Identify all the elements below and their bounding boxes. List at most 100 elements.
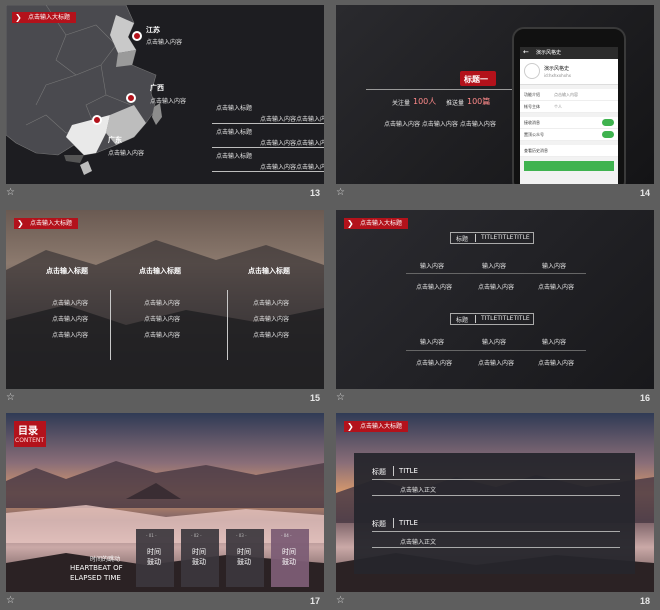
chevron-icon: ❯ <box>347 422 354 431</box>
cell-text: 点击输入内容 <box>538 360 575 367</box>
column-item: 点击输入内容 <box>144 332 181 339</box>
badge-text: 标题一 <box>464 75 488 84</box>
divider <box>212 147 324 148</box>
pin-icon-guangdong <box>92 115 102 125</box>
block-title: TITLETITLETITLE <box>481 234 530 241</box>
block-label: 标题 <box>456 317 469 324</box>
column-item: 点击输入内容 <box>52 316 89 323</box>
slide-17[interactable]: 目录 CONTENT 时间的跳动 HEARTBEAT OF ELAPSED TI… <box>6 413 324 592</box>
slide-16[interactable]: ❯ 点击输入大标题 标题 TITLETITLETITLE 输入内容 输入内容 输入… <box>336 210 654 389</box>
chevron-icon: ❯ <box>347 219 354 228</box>
divider <box>366 89 518 90</box>
slide-14[interactable]: 标题一 关注量 100人 推送量 100篇 点击输入内容 点击输入内容 点击输入… <box>336 5 654 184</box>
slide-number: 14 <box>639 188 650 198</box>
row-label: 功能介绍 <box>524 92 540 97</box>
slide-thumbnail-14[interactable]: 标题一 关注量 100人 推送量 100篇 点击输入内容 点击输入内容 点击输入… <box>330 0 660 202</box>
slide-15[interactable]: ❯ 点击输入大标题 点击输入标题 点击输入内容 点击输入内容 点击输入内容 点击输… <box>6 210 324 389</box>
column-item: 点击输入内容 <box>144 300 181 307</box>
profile-name: 演示风格史 <box>544 66 570 72</box>
list-title: 点击输入标题 <box>216 105 253 112</box>
phone-row[interactable]: 查看历史消息 <box>520 145 618 157</box>
phone-header-bar: ← 演示风格史 <box>520 47 618 59</box>
slide-thumbnail-18[interactable]: ❯ 点击输入大标题 标题 TITLE 点击输入正文 标题 TITLE 点击输入正文… <box>330 408 660 610</box>
slide-thumbnail-13[interactable]: ❯ 点击输入大标题 江苏 点击输入内容 广西 点击输入内容 广东 点击输入内容 点… <box>0 0 330 202</box>
slide-thumbnail-15[interactable]: ❯ 点击输入大标题 点击输入标题 点击输入内容 点击输入内容 点击输入内容 点击输… <box>0 205 330 407</box>
divider <box>372 479 620 480</box>
cell-text: 输入内容 <box>542 263 567 270</box>
divider <box>393 518 394 528</box>
chevron-icon: ❯ <box>15 13 22 22</box>
column-item: 点击输入内容 <box>253 332 290 339</box>
divider <box>406 350 586 351</box>
slide-number: 16 <box>639 393 650 403</box>
column-item: 点击输入内容 <box>52 300 89 307</box>
stat-value: 100篇 <box>467 97 491 106</box>
column-item: 点击输入内容 <box>52 332 89 339</box>
phone-row[interactable]: 功能介绍 点击输入内容 <box>520 89 618 101</box>
profile-row: 演示风格史 id:hxhxxhxhx <box>520 59 618 85</box>
region-name: 广东 <box>108 136 122 144</box>
heading: 目录 <box>18 426 38 437</box>
back-arrow-icon[interactable]: ← <box>523 48 529 56</box>
slide-thumbnail-16[interactable]: ❯ 点击输入大标题 标题 TITLETITLETITLE 输入内容 输入内容 输入… <box>330 205 660 407</box>
column-divider <box>110 290 111 360</box>
row-label: 帐号主体 <box>524 104 540 109</box>
slide-footer: ☆ 13 <box>0 184 330 202</box>
card-line: 时间 <box>147 548 161 556</box>
item-title: TITLE <box>399 519 418 527</box>
item-body: 点击输入正文 <box>400 539 437 546</box>
slide-number: 17 <box>309 596 320 606</box>
slide-18[interactable]: ❯ 点击输入大标题 标题 TITLE 点击输入正文 标题 TITLE 点击输入正文 <box>336 413 654 592</box>
row-label: 接收消息 <box>524 120 540 125</box>
region-text: 点击输入内容 <box>150 98 187 105</box>
card-line: 鼓动 <box>237 558 251 566</box>
card-line: 鼓动 <box>147 558 161 566</box>
phone-action-bar[interactable] <box>524 161 614 171</box>
phone-mockup: ← 演示风格史 演示风格史 id:hxhxxhxhx 功能介绍 点击输入内容 帐… <box>512 27 626 184</box>
title-tag-text: 点击输入大标题 <box>30 220 73 227</box>
star-icon[interactable]: ☆ <box>336 187 345 198</box>
phone-row[interactable]: 接收消息 <box>520 117 618 129</box>
title-tag-text: 点击输入大标题 <box>360 220 403 227</box>
block-title: TITLETITLETITLE <box>481 315 530 322</box>
stat-label: 关注量 <box>392 100 411 107</box>
slide-thumbnail-17[interactable]: 目录 CONTENT 时间的跳动 HEARTBEAT OF ELAPSED TI… <box>0 408 330 610</box>
column-title: 点击输入标题 <box>139 267 181 275</box>
title-tag-text: 点击输入大标题 <box>28 14 71 21</box>
divider <box>475 234 476 242</box>
region-name: 江苏 <box>146 26 160 34</box>
row-value: 个人 <box>554 104 562 109</box>
title-tag: ❯ 点击输入大标题 <box>14 218 79 229</box>
toggle-switch[interactable] <box>602 119 614 126</box>
cell-text: 点击输入内容 <box>478 284 515 291</box>
slide-footer: ☆ 16 <box>330 389 660 407</box>
cell-text: 点击输入内容 <box>538 284 575 291</box>
item-body: 点击输入正文 <box>400 487 437 494</box>
column-item: 点击输入内容 <box>253 300 290 307</box>
cell-text: 点击输入内容 <box>478 360 515 367</box>
item-label: 标题 <box>372 520 386 528</box>
card-line: 时间 <box>237 548 251 556</box>
star-icon[interactable]: ☆ <box>6 392 15 403</box>
toggle-switch[interactable] <box>602 131 614 138</box>
region-text: 点击输入内容 <box>146 39 183 46</box>
column-divider <box>227 290 228 360</box>
star-icon[interactable]: ☆ <box>336 595 345 606</box>
divider <box>372 495 620 496</box>
star-icon[interactable]: ☆ <box>336 392 345 403</box>
slide-footer: ☆ 18 <box>330 592 660 610</box>
card-line: 时间 <box>192 548 206 556</box>
slide-footer: ☆ 14 <box>330 184 660 202</box>
cell-text: 输入内容 <box>482 339 507 346</box>
divider <box>406 273 586 274</box>
phone-screen: ← 演示风格史 演示风格史 id:hxhxxhxhx 功能介绍 点击输入内容 帐… <box>520 47 618 184</box>
star-icon[interactable]: ☆ <box>6 595 15 606</box>
star-icon[interactable]: ☆ <box>6 187 15 198</box>
subtitle-en: HEARTBEAT OF <box>70 564 123 572</box>
phone-row[interactable]: 帐号主体 个人 <box>520 101 618 113</box>
column-title: 点击输入标题 <box>248 267 290 275</box>
cell-text: 输入内容 <box>420 263 445 270</box>
slide-13[interactable]: ❯ 点击输入大标题 江苏 点击输入内容 广西 点击输入内容 广东 点击输入内容 点… <box>6 5 324 184</box>
divider <box>475 315 476 323</box>
phone-row[interactable]: 置顶公众号 <box>520 129 618 141</box>
